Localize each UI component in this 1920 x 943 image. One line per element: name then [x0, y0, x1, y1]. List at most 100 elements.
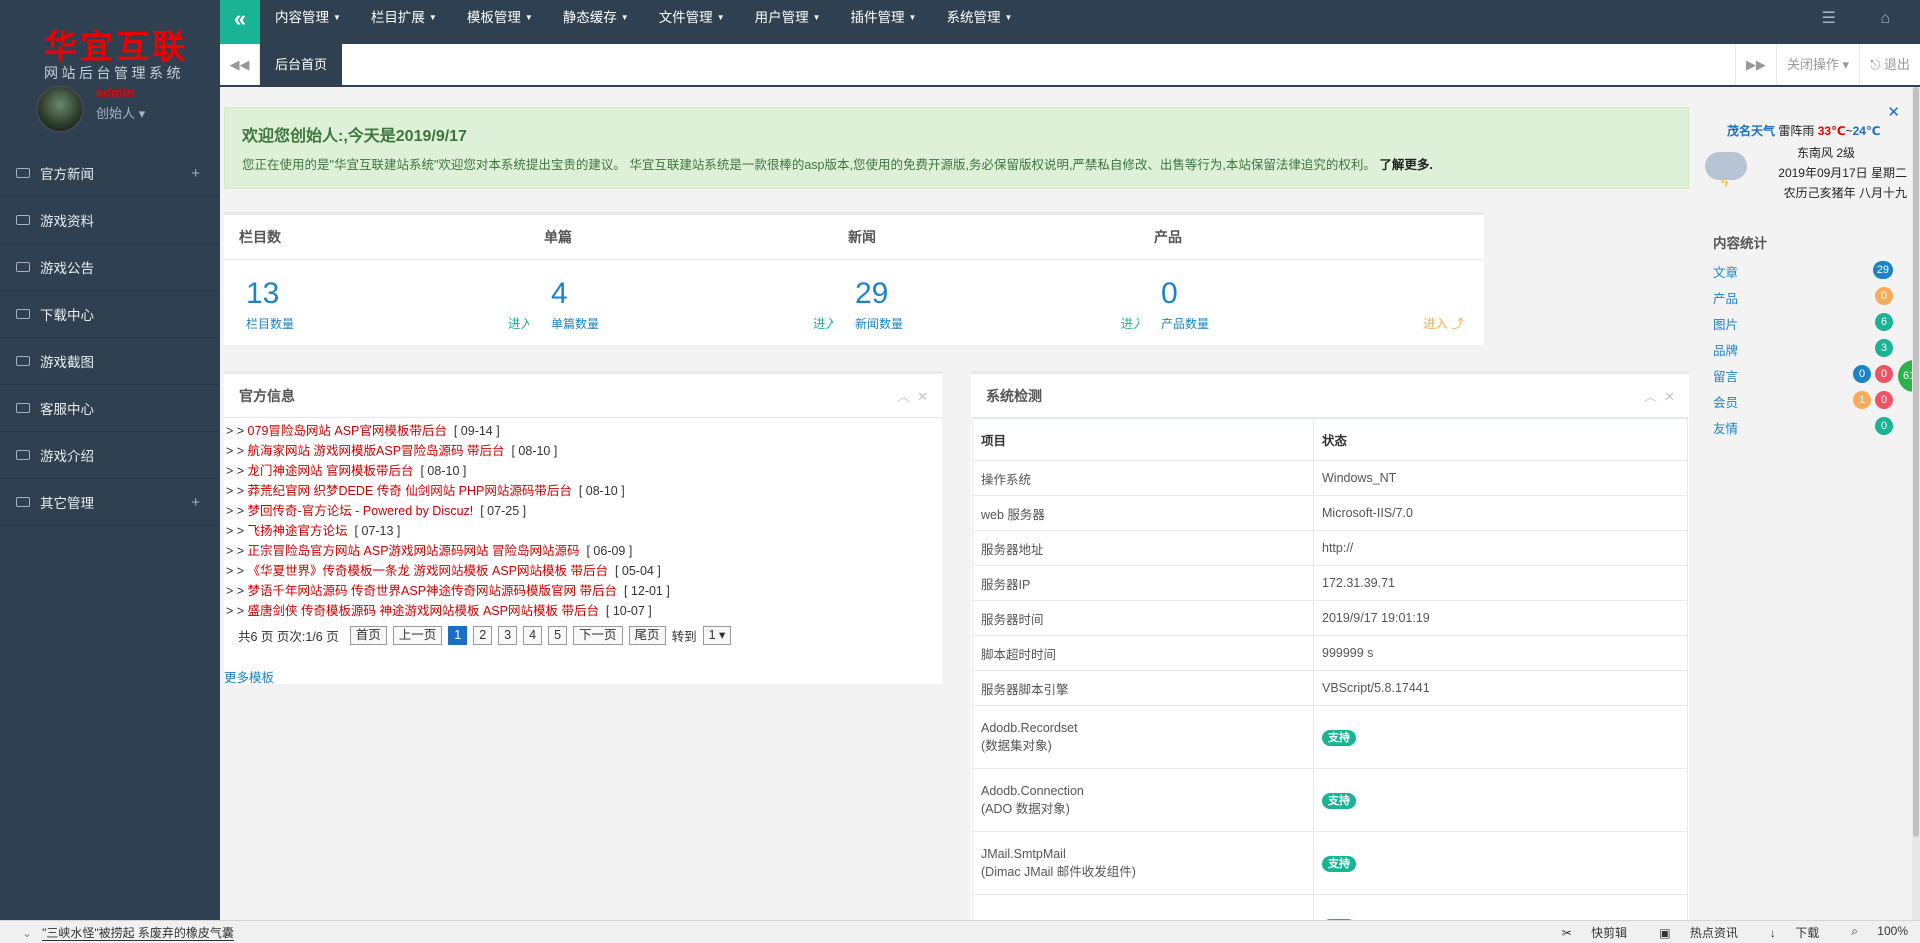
- close-operations-dropdown[interactable]: 关闭操作 ▾: [1775, 44, 1859, 85]
- news-link[interactable]: 梦回传奇-官方论坛 - Powered by Discuz!: [248, 504, 474, 518]
- sidebar-item[interactable]: 其它管理 +: [0, 479, 220, 526]
- top-menu-item[interactable]: 文件管理 ▼: [659, 0, 725, 44]
- table-row: 服务器时间 2019/9/17 19:01:19: [972, 600, 1688, 636]
- news-link[interactable]: 龙门神途网站 官网模板带后台: [248, 464, 414, 478]
- menu-label: 内容管理: [275, 10, 329, 25]
- learn-more-link[interactable]: 了解更多.: [1379, 158, 1432, 172]
- support-badge: 支持: [1322, 729, 1356, 746]
- close-icon[interactable]: ✕: [1664, 389, 1675, 404]
- prev-page-button[interactable]: 上一页: [392, 626, 443, 645]
- count-badge: 0: [1875, 287, 1893, 305]
- content-stat-row[interactable]: 留言 0 0: [1713, 365, 1893, 392]
- top-menu-item[interactable]: 插件管理 ▼: [851, 0, 917, 44]
- content-stat-label: 文章: [1713, 266, 1739, 280]
- top-menu-item[interactable]: 系统管理 ▼: [946, 0, 1012, 44]
- stat-enter-link[interactable]: 进入 ⤴: [1423, 313, 1464, 332]
- panel-title: 官方信息: [239, 388, 295, 404]
- page-select[interactable]: 1 ▾: [702, 626, 732, 645]
- top-menu-item[interactable]: 内容管理 ▼: [275, 0, 341, 44]
- list-prefix: > >: [226, 424, 248, 438]
- stat-card: 产品 0 产品数量 进入 ⤴: [1139, 212, 1484, 345]
- expand-icon: +: [191, 493, 200, 511]
- news-link[interactable]: 飞扬神途官方论坛: [248, 524, 348, 538]
- sidebar-item[interactable]: 游戏公告: [0, 244, 220, 291]
- table-row: 操作系统 Windows_NT: [972, 460, 1688, 496]
- stat-title: 新闻: [833, 215, 1178, 260]
- sidebar-item[interactable]: 官方新闻 +: [0, 150, 220, 197]
- count-badge: 29: [1872, 261, 1893, 279]
- stat-label: 单篇数量: [551, 317, 600, 331]
- news-link[interactable]: 正宗冒险岛官方网站 ASP游戏网站源码网站 冒险岛网站源码: [248, 544, 580, 558]
- status-item[interactable]: ↓ 下载: [1754, 924, 1819, 941]
- tab-scroll-left-button[interactable]: ◀◀: [220, 44, 260, 85]
- status-headline-link[interactable]: "三峡水怪"被捞起 系废弃的橡皮气囊: [42, 926, 234, 941]
- tab-scroll-right-button[interactable]: ▶▶: [1734, 44, 1776, 85]
- top-menu-item[interactable]: 静态缓存 ▼: [563, 0, 629, 44]
- news-link[interactable]: 079冒险岛网站 ASP官网模板带后台: [248, 424, 447, 438]
- top-menu-item[interactable]: 模板管理 ▼: [467, 0, 533, 44]
- collapse-icon[interactable]: ︿: [897, 389, 910, 404]
- sidebar-toggle-button[interactable]: «: [220, 0, 260, 44]
- more-templates-link[interactable]: 更多模板: [224, 667, 274, 686]
- content-stat-row[interactable]: 产品 0: [1713, 287, 1893, 314]
- table-row: 服务器脚本引擎 VBScript/5.8.17441: [972, 670, 1688, 706]
- news-link[interactable]: 《华夏世界》传奇模板一条龙 游戏网站模板 ASP网站模板 带后台: [248, 564, 608, 578]
- first-page-button[interactable]: 首页: [349, 626, 387, 645]
- scrollbar[interactable]: [1912, 87, 1920, 920]
- row-status: 2019/9/17 19:01:19: [1313, 600, 1688, 636]
- stat-card: 新闻29新闻数量进入⤴: [833, 212, 1178, 345]
- page-number-button[interactable]: 1: [448, 626, 468, 645]
- page-number-button[interactable]: 2: [473, 626, 493, 645]
- content-stat-row[interactable]: 文章 29: [1713, 261, 1893, 288]
- table-row: JMail.SmtpMail (Dimac JMail 邮件收发组件) 支持: [972, 831, 1688, 895]
- content-stat-row[interactable]: 会员 1 0: [1713, 391, 1893, 418]
- news-link[interactable]: 盛唐剑侠 传奇模板源码 神途游戏网站模板 ASP网站模板 带后台: [248, 604, 599, 618]
- bank-icon[interactable]: ⌂: [1880, 10, 1890, 27]
- content-stat-row[interactable]: 品牌 3: [1713, 339, 1893, 366]
- user-name[interactable]: admin: [96, 85, 134, 100]
- collapse-icon[interactable]: ︿: [1644, 389, 1657, 404]
- sidebar-item-label: 其它管理: [40, 496, 94, 511]
- list-prefix: > >: [226, 564, 248, 578]
- lightning-icon: ϟ: [1721, 174, 1729, 190]
- avatar[interactable]: [36, 85, 84, 133]
- scrollbar-thumb[interactable]: [1913, 87, 1919, 837]
- top-menu-item[interactable]: 用户管理 ▼: [755, 0, 821, 44]
- stat-label: 产品数量: [1161, 317, 1210, 331]
- table-row: Adodb.Connection (ADO 数据对象) 支持: [972, 768, 1688, 832]
- caret-down-icon: ▼: [524, 13, 533, 22]
- sidebar-item[interactable]: 下载中心: [0, 291, 220, 338]
- sidebar-item[interactable]: 游戏介绍: [0, 432, 220, 479]
- content-stat-row[interactable]: 友情 0: [1713, 417, 1893, 444]
- news-link[interactable]: 梦语千年网站源码 传奇世界ASP神途传奇网站源码模版官网 带后台: [248, 584, 617, 598]
- list-item: > > 飞扬神途官方论坛 [ 07-13 ]: [226, 520, 942, 540]
- page-number-button[interactable]: 5: [548, 626, 568, 645]
- sidebar-item[interactable]: 客服中心: [0, 385, 220, 432]
- content-stat-row[interactable]: 图片 6: [1713, 313, 1893, 340]
- news-link[interactable]: 航海家网站 游戏网模版ASP冒险岛源码 带后台: [248, 444, 505, 458]
- next-page-button[interactable]: 下一页: [573, 626, 623, 645]
- sidebar-item[interactable]: 游戏资料: [0, 197, 220, 244]
- status-item[interactable]: ⌕ 100%: [1835, 924, 1908, 941]
- page-number-button[interactable]: 3: [498, 626, 518, 645]
- last-page-button[interactable]: 尾页: [628, 626, 666, 645]
- list-prefix: > >: [226, 464, 248, 478]
- caret-down-icon: ▼: [333, 13, 341, 22]
- status-item[interactable]: ✂ 快剪辑: [1546, 924, 1627, 941]
- menu-label: 静态缓存: [562, 10, 617, 25]
- menu-label: 文件管理: [658, 10, 713, 25]
- user-role-dropdown[interactable]: 创始人 ▾: [96, 103, 145, 122]
- logout-button[interactable]: ⎋ 退出: [1859, 44, 1920, 85]
- list-item: > > 莽荒纪官网 织梦DEDE 传奇 仙剑网站 PHP网站源码带后台 [ 08…: [226, 480, 942, 500]
- tab-home[interactable]: 后台首页: [260, 44, 342, 85]
- caret-down-icon: ▼: [716, 13, 725, 22]
- chevron-down-icon[interactable]: ⌄: [22, 926, 32, 940]
- sidebar-item[interactable]: 游戏截图: [0, 338, 220, 385]
- close-icon[interactable]: ✕: [917, 389, 928, 404]
- top-menu-item[interactable]: 栏目扩展 ▼: [371, 0, 437, 44]
- news-link[interactable]: 莽荒纪官网 织梦DEDE 传奇 仙剑网站 PHP网站源码带后台: [248, 484, 572, 498]
- status-item[interactable]: ▣ 热点资讯: [1643, 924, 1738, 941]
- close-icon[interactable]: ✕: [1887, 103, 1900, 121]
- page-number-button[interactable]: 4: [523, 626, 543, 645]
- list-icon[interactable]: ☰: [1822, 10, 1836, 27]
